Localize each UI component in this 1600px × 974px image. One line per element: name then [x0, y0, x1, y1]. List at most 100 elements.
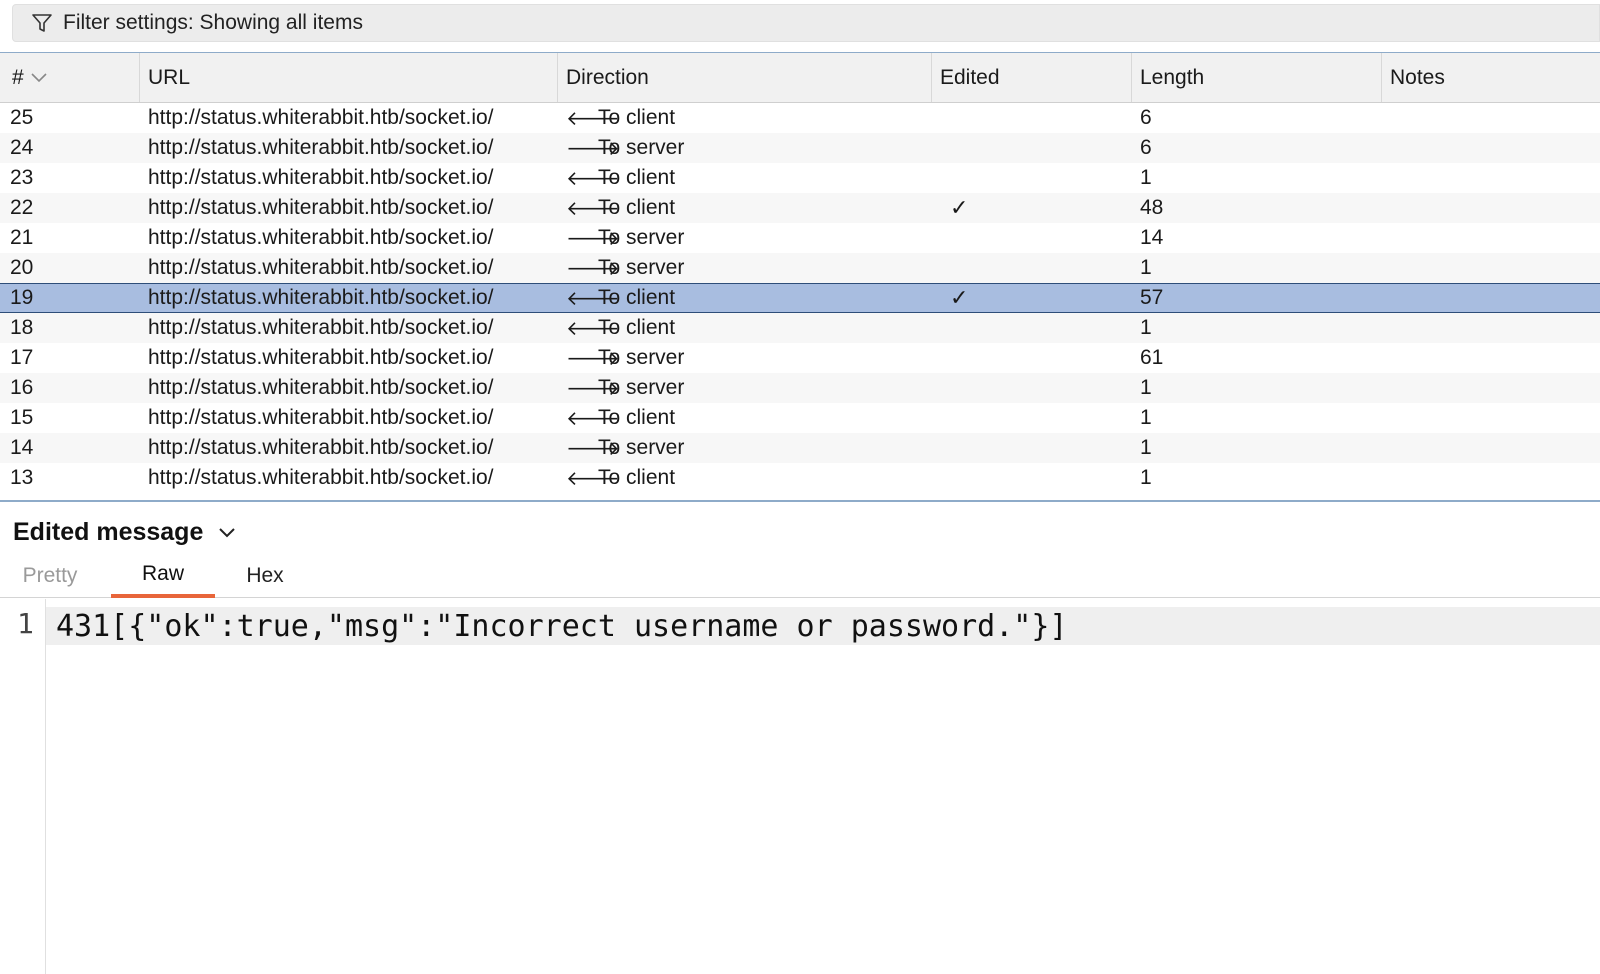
direction-label: To server — [598, 436, 685, 459]
arrow-left-icon: 🡐 — [566, 317, 620, 340]
table-row[interactable]: 15 http://status.whiterabbit.htb/socket.i… — [0, 403, 1600, 433]
cell-url: http://status.whiterabbit.htb/socket.io/ — [148, 286, 494, 309]
table-row[interactable]: 21 http://status.whiterabbit.htb/socket.i… — [0, 223, 1600, 253]
cell-url: http://status.whiterabbit.htb/socket.io/ — [148, 106, 494, 129]
column-header-notes[interactable]: Notes — [1382, 53, 1600, 102]
tab-pretty[interactable]: Pretty — [12, 554, 88, 598]
direction-label: To client — [598, 196, 676, 219]
sort-descending-icon — [30, 72, 48, 84]
cell-direction: 🡒 To server — [558, 343, 932, 373]
message-panel-title: Edited message — [13, 518, 204, 546]
cell-direction: 🡐 To client — [558, 284, 932, 312]
cell-notes — [1382, 403, 1600, 433]
table-row[interactable]: 13 http://status.whiterabbit.htb/socket.i… — [0, 463, 1600, 493]
direction-label: To client — [598, 316, 676, 339]
cell-direction: 🡒 To server — [558, 133, 932, 163]
cell-edited — [932, 223, 1132, 253]
table-row[interactable]: 14 http://status.whiterabbit.htb/socket.i… — [0, 433, 1600, 463]
tab-raw[interactable]: Raw — [111, 554, 215, 598]
column-header-length[interactable]: Length — [1132, 53, 1382, 102]
edited-message-dropdown[interactable]: Edited message — [13, 518, 237, 547]
arrow-left-icon: 🡐 — [566, 407, 620, 430]
filter-icon — [31, 11, 55, 35]
message-content-line[interactable]: 431[{"ok":true,"msg":"Incorrect username… — [46, 607, 1600, 645]
table-row[interactable]: 23 http://status.whiterabbit.htb/socket.i… — [0, 163, 1600, 193]
cell-number: 16 — [10, 376, 34, 399]
cell-length: 6 — [1140, 136, 1152, 159]
filter-label: Filter settings: Showing all items — [63, 11, 363, 34]
cell-url: http://status.whiterabbit.htb/socket.io/ — [148, 376, 494, 399]
table-row[interactable]: 22 http://status.whiterabbit.htb/socket.i… — [0, 193, 1600, 223]
cell-number: 24 — [10, 136, 34, 159]
checkmark-icon: ✓ — [950, 195, 969, 220]
column-header-direction[interactable]: Direction — [558, 53, 932, 102]
cell-url: http://status.whiterabbit.htb/socket.io/ — [148, 316, 494, 339]
cell-direction: 🡐 To client — [558, 313, 932, 343]
cell-length: 1 — [1140, 376, 1152, 399]
direction-label: To client — [598, 166, 676, 189]
cell-number: 20 — [10, 256, 34, 279]
cell-edited: ✓ — [932, 284, 1132, 312]
cell-number: 25 — [10, 106, 34, 129]
cell-notes — [1382, 433, 1600, 463]
cell-length: 1 — [1140, 166, 1152, 189]
cell-notes — [1382, 284, 1600, 312]
cell-url: http://status.whiterabbit.htb/socket.io/ — [148, 346, 494, 369]
cell-number: 19 — [10, 286, 34, 309]
column-header-number[interactable]: # — [0, 53, 140, 102]
arrow-right-icon: 🡒 — [566, 257, 620, 280]
line-number-gutter: 1 — [0, 599, 46, 974]
arrow-right-icon: 🡒 — [566, 137, 620, 160]
cell-edited — [932, 463, 1132, 493]
cell-length: 1 — [1140, 436, 1152, 459]
arrow-left-icon: 🡐 — [566, 167, 620, 190]
direction-label: To client — [598, 466, 676, 489]
cell-number: 23 — [10, 166, 34, 189]
cell-url: http://status.whiterabbit.htb/socket.io/ — [148, 196, 494, 219]
table-row[interactable]: 24 http://status.whiterabbit.htb/socket.i… — [0, 133, 1600, 163]
cell-length: 6 — [1140, 106, 1152, 129]
column-header-edited[interactable]: Edited — [932, 53, 1132, 102]
table-row[interactable]: 18 http://status.whiterabbit.htb/socket.i… — [0, 313, 1600, 343]
checkmark-icon: ✓ — [950, 285, 969, 310]
cell-edited — [932, 103, 1132, 133]
cell-direction: 🡐 To client — [558, 403, 932, 433]
tab-hex[interactable]: Hex — [230, 554, 300, 598]
filter-settings-bar[interactable]: Filter settings: Showing all items — [12, 4, 1600, 42]
cell-url: http://status.whiterabbit.htb/socket.io/ — [148, 436, 494, 459]
cell-length: 14 — [1140, 226, 1164, 249]
cell-url: http://status.whiterabbit.htb/socket.io/ — [148, 256, 494, 279]
cell-direction: 🡒 To server — [558, 373, 932, 403]
cell-url: http://status.whiterabbit.htb/socket.io/ — [148, 226, 494, 249]
cell-notes — [1382, 313, 1600, 343]
cell-notes — [1382, 343, 1600, 373]
table-row[interactable]: 25 http://status.whiterabbit.htb/socket.i… — [0, 103, 1600, 133]
cell-notes — [1382, 103, 1600, 133]
cell-number: 21 — [10, 226, 34, 249]
column-header-url[interactable]: URL — [140, 53, 558, 102]
cell-edited — [932, 433, 1132, 463]
cell-number: 17 — [10, 346, 34, 369]
cell-notes — [1382, 133, 1600, 163]
direction-label: To client — [598, 406, 676, 429]
table-header: # URL Direction Edited Length Notes — [0, 53, 1600, 103]
cell-edited — [932, 163, 1132, 193]
cell-notes — [1382, 223, 1600, 253]
cell-notes — [1382, 463, 1600, 493]
cell-url: http://status.whiterabbit.htb/socket.io/ — [148, 136, 494, 159]
table-row[interactable]: 16 http://status.whiterabbit.htb/socket.i… — [0, 373, 1600, 403]
table-row[interactable]: 19 http://status.whiterabbit.htb/socket.i… — [0, 283, 1600, 313]
cell-direction: 🡐 To client — [558, 103, 932, 133]
message-editor[interactable]: 1 431[{"ok":true,"msg":"Incorrect userna… — [0, 599, 1600, 974]
direction-label: To client — [598, 106, 676, 129]
cell-notes — [1382, 373, 1600, 403]
table-row[interactable]: 20 http://status.whiterabbit.htb/socket.i… — [0, 253, 1600, 283]
arrow-left-icon: 🡐 — [566, 107, 620, 130]
message-history-table: # URL Direction Edited Length Notes 25 ht… — [0, 52, 1600, 502]
cell-edited — [932, 373, 1132, 403]
table-row[interactable]: 17 http://status.whiterabbit.htb/socket.i… — [0, 343, 1600, 373]
cell-url: http://status.whiterabbit.htb/socket.io/ — [148, 406, 494, 429]
chevron-down-icon — [217, 526, 237, 540]
cell-length: 1 — [1140, 256, 1152, 279]
arrow-left-icon: 🡐 — [566, 467, 620, 490]
